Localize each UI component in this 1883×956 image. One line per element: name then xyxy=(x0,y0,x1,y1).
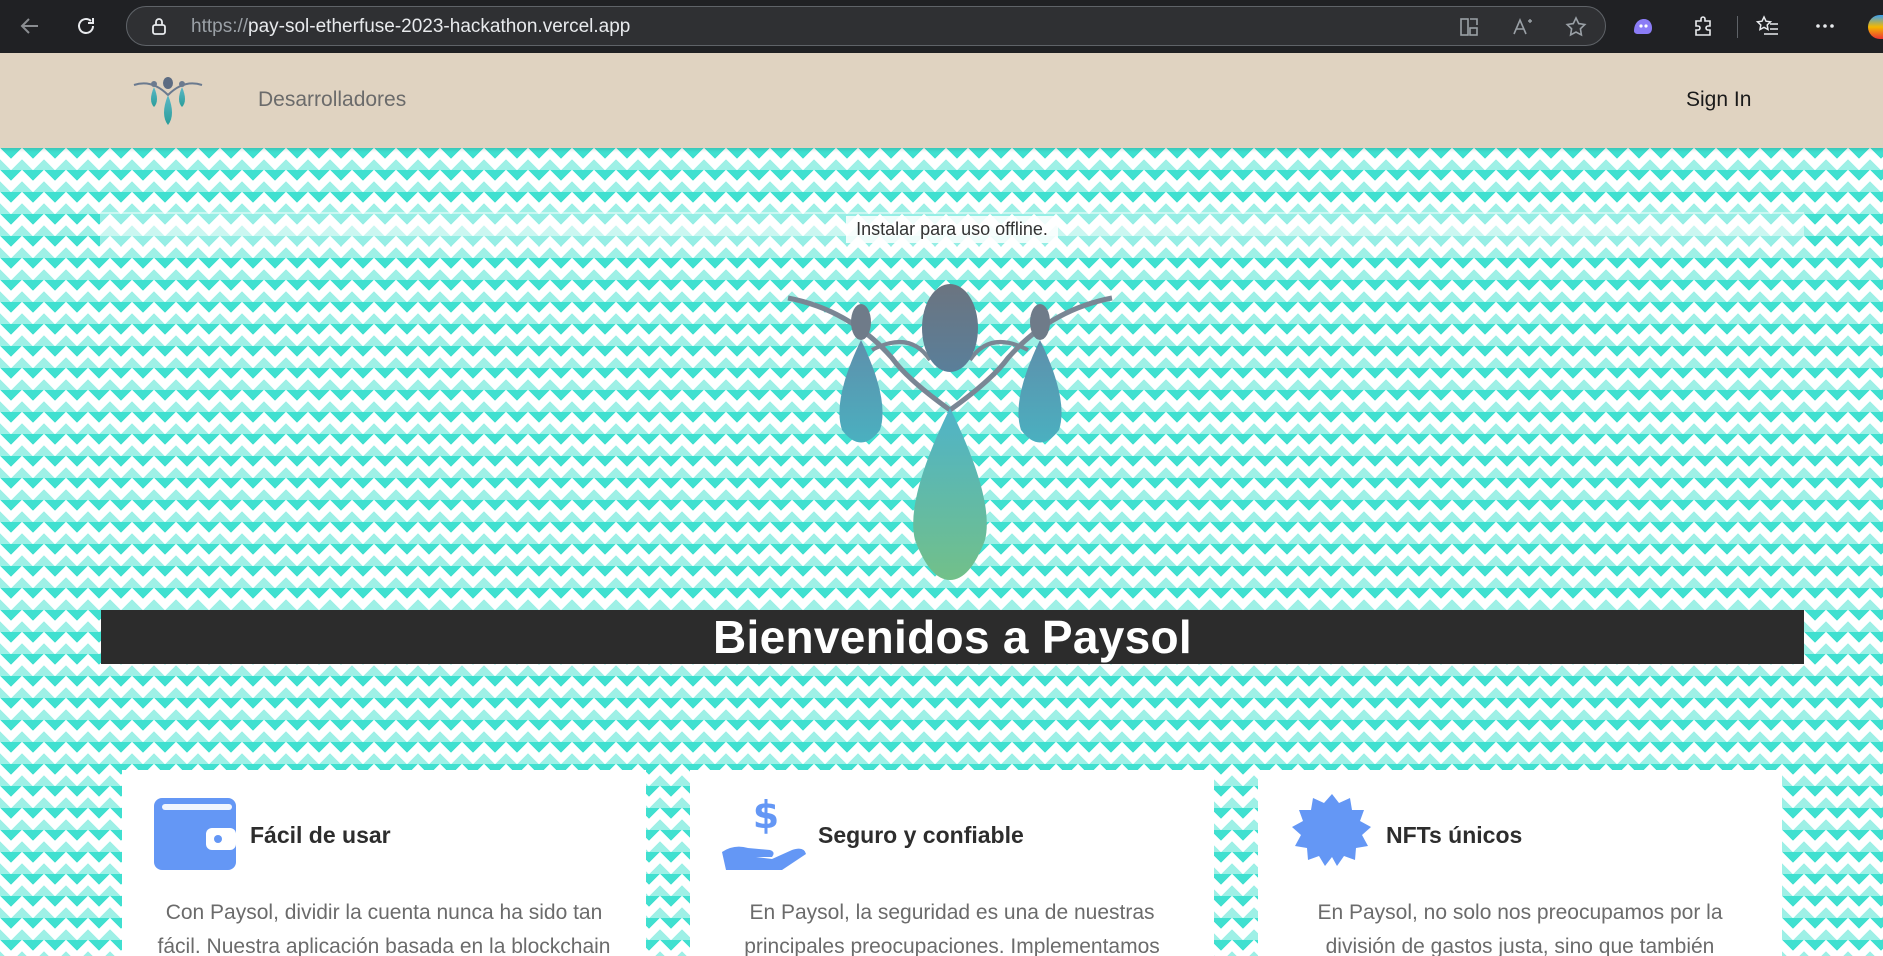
reload-button[interactable] xyxy=(66,6,106,46)
feature-title: NFTs únicos xyxy=(1386,822,1523,848)
site-header: Desarrolladores Sign In xyxy=(0,53,1883,148)
feature-description: En Paysol, no solo nos preocupamos por l… xyxy=(1317,901,1723,956)
feature-title: Fácil de usar xyxy=(250,822,391,848)
favorites-icon[interactable] xyxy=(1755,13,1781,39)
address-bar[interactable]: https://pay-sol-etherfuse-2023-hackathon… xyxy=(126,6,1606,46)
extensions-icon[interactable] xyxy=(1690,13,1716,39)
edge-logo-icon[interactable] xyxy=(1868,15,1883,39)
more-menu-icon[interactable] xyxy=(1812,13,1838,39)
hand-dollar-icon: $ xyxy=(722,794,806,870)
back-button[interactable] xyxy=(10,6,50,46)
favorite-star-icon[interactable] xyxy=(1564,15,1588,39)
lock-icon xyxy=(152,18,166,35)
feature-card-facil: Fácil de usar Con Paysol, dividir la cue… xyxy=(122,770,646,956)
url-host: pay-sol-etherfuse-2023-hackathon.vercel.… xyxy=(248,16,631,37)
read-aloud-icon[interactable] xyxy=(1511,15,1535,39)
svg-text:$: $ xyxy=(753,794,779,837)
install-banner: Instalar para uso offline. xyxy=(100,212,1804,246)
feature-card-nfts: NFTs únicos En Paysol, no solo nos preoc… xyxy=(1258,770,1782,956)
paysol-logo-icon[interactable] xyxy=(132,73,204,127)
sign-in-button[interactable]: Sign In xyxy=(1686,88,1751,112)
badge-icon xyxy=(1292,794,1371,866)
reload-icon xyxy=(78,18,94,34)
url-protocol: https:// xyxy=(191,16,249,37)
feature-title: Seguro y confiable xyxy=(818,822,1024,848)
url-text: https://pay-sol-etherfuse-2023-hackathon… xyxy=(191,16,630,38)
browser-toolbar: https://pay-sol-etherfuse-2023-hackathon… xyxy=(0,0,1883,53)
feature-description: Con Paysol, dividir la cuenta nunca ha s… xyxy=(157,901,611,956)
app-available-icon[interactable] xyxy=(1457,15,1481,39)
nav-link-desarrolladores[interactable]: Desarrolladores xyxy=(258,88,406,112)
feature-description: En Paysol, la seguridad es una de nuestr… xyxy=(744,901,1160,956)
back-arrow-icon xyxy=(20,18,38,34)
toolbar-divider xyxy=(1737,16,1738,38)
install-offline-link[interactable]: Instalar para uso offline. xyxy=(846,215,1058,243)
wallet-icon xyxy=(154,798,236,870)
paysol-hero-logo xyxy=(787,284,1113,580)
copilot-icon[interactable] xyxy=(1630,13,1656,39)
page-title: Bienvenidos a Paysol xyxy=(713,611,1192,663)
welcome-banner: Bienvenidos a Paysol xyxy=(101,610,1804,664)
feature-card-seguro: $ Seguro y confiable En Paysol, la segur… xyxy=(690,770,1214,956)
